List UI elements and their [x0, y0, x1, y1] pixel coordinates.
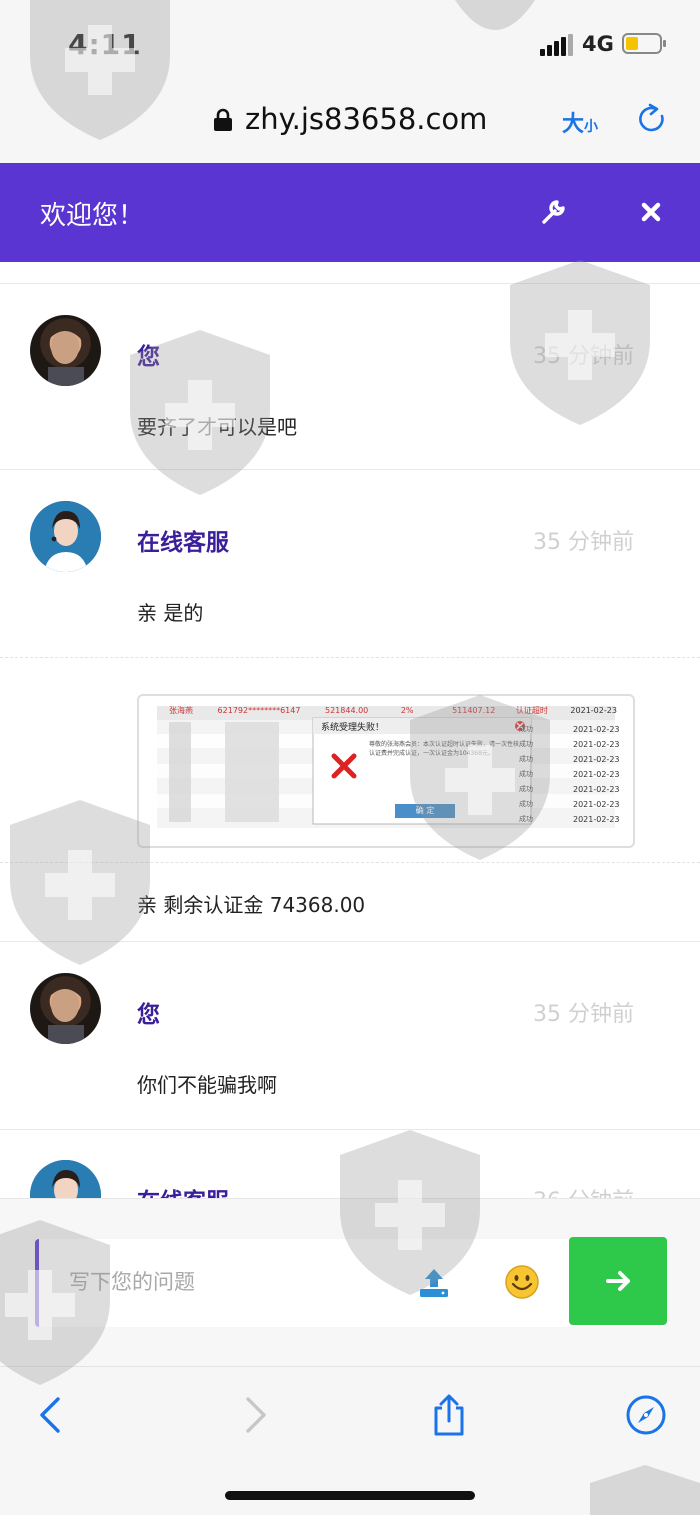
message-text: 亲 是的 [137, 601, 204, 625]
emoji-icon[interactable] [504, 1264, 540, 1300]
reload-icon[interactable] [636, 102, 668, 136]
share-icon[interactable] [427, 1393, 471, 1437]
send-button[interactable] [569, 1237, 667, 1325]
forward-icon[interactable] [232, 1393, 276, 1437]
status-time: 4:11 [68, 28, 142, 61]
battery-icon [622, 33, 666, 54]
agent-avatar [30, 501, 101, 572]
compass-icon[interactable] [624, 1393, 668, 1437]
message-text: 你们不能骗我啊 [137, 1073, 277, 1097]
chat-message: 在线客服 36 分钟前 [0, 1130, 700, 1198]
message-input-box [35, 1237, 667, 1327]
chat-header: 欢迎您！ [0, 163, 700, 262]
message-time: 36 分钟前 [533, 1183, 634, 1198]
sender-name: 您 [137, 344, 160, 370]
page: 4:11 4G zhy.js83658.com 大小 欢迎您！ 您 35 分钟前… [0, 0, 700, 1515]
sender-name: 您 [137, 1002, 160, 1028]
arrow-right-icon [606, 1271, 630, 1291]
message-text: 要齐了才可以是吧 [137, 415, 297, 439]
message-input[interactable] [69, 1265, 399, 1299]
wrench-icon[interactable] [538, 197, 568, 227]
chat-message: 您 35 分钟前 你们不能骗我啊 [0, 942, 700, 1130]
back-icon[interactable] [30, 1393, 74, 1437]
message-time: 35 分钟前 [533, 530, 634, 555]
male-avatar [30, 973, 101, 1044]
male-avatar [30, 315, 101, 386]
chat-message-list[interactable]: 您 35 分钟前 要齐了才可以是吧 在线客服 35 分钟前 亲 是的 张海燕 6… [0, 262, 700, 1198]
signal-icon [540, 34, 574, 56]
chat-message: 张海燕 621792********6147 521844.00 2% 5114… [0, 658, 700, 942]
sender-name: 在线客服 [137, 1182, 229, 1198]
chat-message: 您 35 分钟前 要齐了才可以是吧 [0, 284, 700, 470]
network-type: 4G [582, 32, 614, 56]
close-icon[interactable] [636, 197, 666, 227]
header-title: 欢迎您！ [40, 201, 145, 231]
message-text: 亲 剩余认证金 74368.00 [137, 893, 366, 917]
upload-icon[interactable] [417, 1265, 451, 1299]
status-bar: 4:11 4G [0, 0, 700, 88]
browser-toolbar [0, 1366, 700, 1515]
message-time: 35 分钟前 [533, 344, 634, 369]
browser-url-bar[interactable]: zhy.js83658.com 大小 [0, 88, 700, 163]
sender-name: 在线客服 [137, 530, 229, 556]
lock-icon [214, 108, 232, 131]
message-time: 35 分钟前 [533, 1002, 634, 1027]
text-size-button[interactable]: 大小 [562, 106, 598, 138]
chat-message: 在线客服 35 分钟前 亲 是的 [0, 470, 700, 658]
agent-avatar [30, 1160, 101, 1198]
home-indicator [225, 1491, 475, 1500]
screenshot-image[interactable]: 张海燕 621792********6147 521844.00 2% 5114… [137, 694, 635, 848]
url-text[interactable]: zhy.js83658.com [245, 102, 487, 136]
message-composer [0, 1198, 700, 1366]
